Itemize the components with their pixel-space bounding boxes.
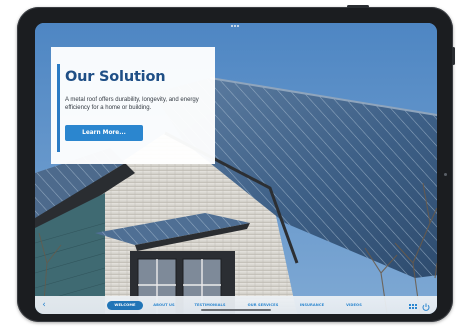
tab-videos[interactable]: VIDEOS: [337, 301, 371, 310]
power-icon[interactable]: [421, 300, 431, 311]
app-screen: Our Solution A metal roof offers durabil…: [35, 23, 437, 314]
top-button: [347, 5, 369, 8]
tab-welcome[interactable]: WELCOME: [107, 300, 143, 310]
camera-dot: [444, 173, 447, 176]
tablet-frame: Our Solution A metal roof offers durabil…: [17, 5, 455, 322]
page-title: Our Solution: [65, 69, 166, 85]
card-accent-bar: [57, 64, 60, 152]
bottom-nav-bar: ‹ WELCOME ABOUT US TESTIMONIALS OUR SERV…: [35, 296, 437, 314]
grid-icon[interactable]: [408, 300, 418, 310]
solution-description: A metal roof offers durability, longevit…: [65, 97, 199, 111]
tab-insurance[interactable]: INSURANCE: [291, 301, 333, 310]
home-indicator: [201, 309, 271, 311]
learn-more-button[interactable]: Learn More...: [65, 125, 143, 141]
solution-card: Our Solution A metal roof offers durabil…: [51, 47, 215, 164]
chevron-left-icon[interactable]: ‹: [38, 299, 50, 311]
volume-button: [452, 47, 455, 65]
tab-about-us[interactable]: ABOUT US: [147, 301, 181, 310]
more-dots: [231, 25, 241, 28]
